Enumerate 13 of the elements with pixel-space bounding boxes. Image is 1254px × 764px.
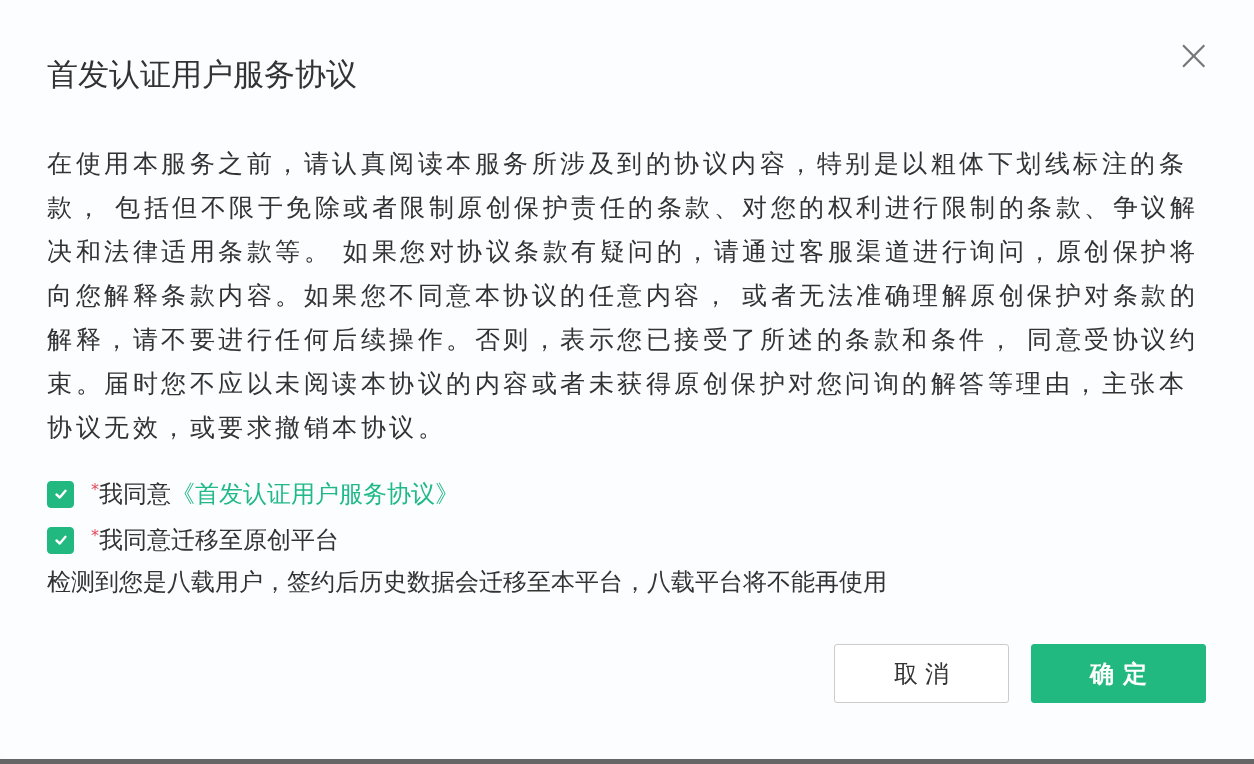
agreement-paragraph: 在使用本服务之前，请认真阅读本服务所涉及到的协议内容，特别是以粗体下划线标注的条款， 包括但不限于免除或者限制原创保护责任的条款、对您的权利进行限制的条款、争议解决和法律适用条款等。 如果您对协议条款有疑问的，请通过客服渠道进行询问，原创保护将向您解释条款内容。如果您不同意本协议的任意内容， 或者无法准确理解原创保护对条款的解释，请不要进行任何后续操作。否则，表示您已接受了所述的条款和条件， 同意受协议约束。届时您不应以未阅读本协议的内容或者未获得原创保护对您问询的解答等理由，主张本协议无效，或要求撤销本协议。 [47, 148, 1200, 444]
notice-text: 检测到您是八载用户，签约后历史数据会迁移至本平台，八载平台将不能再使用 [47, 567, 888, 598]
dialog-title: 首发认证用户服务协议 [47, 55, 357, 94]
required-mark: * [91, 526, 99, 545]
cancel-button[interactable]: 取 消 [834, 644, 1009, 703]
agreement-link[interactable]: 《首发认证用户服务协议》 [171, 478, 459, 510]
checkbox[interactable] [47, 526, 74, 554]
confirm-button[interactable]: 确 定 [1031, 644, 1206, 703]
required-mark: * [91, 480, 99, 499]
close-button[interactable]: × [1175, 33, 1212, 77]
checkbox-label: 我同意 [99, 479, 171, 510]
checkbox[interactable] [47, 480, 74, 508]
checkbox-label: 我同意迁移至原创平台 [99, 525, 339, 556]
